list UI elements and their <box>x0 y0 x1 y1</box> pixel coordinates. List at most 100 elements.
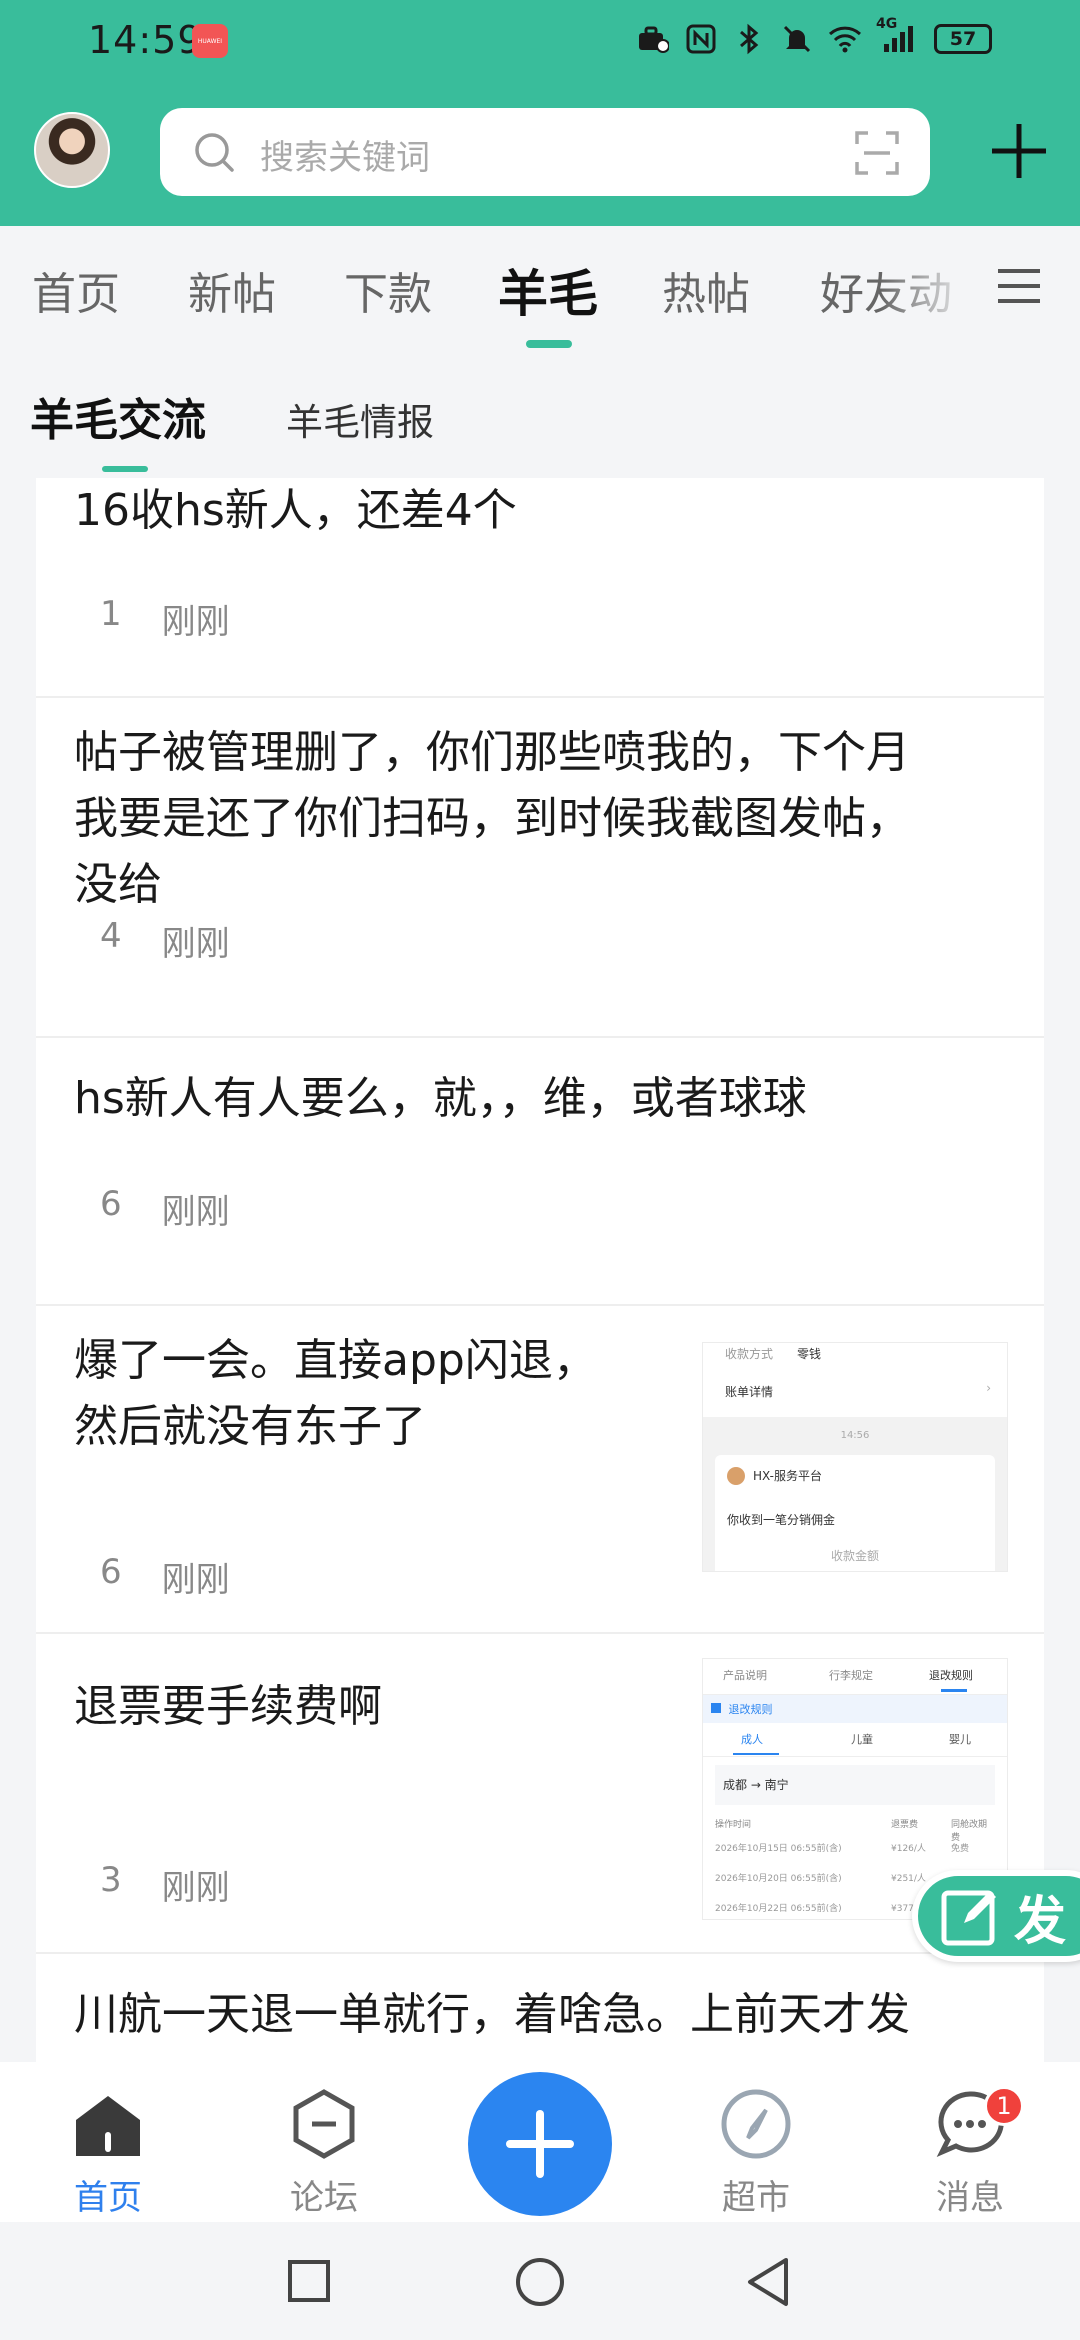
list-item[interactable]: 川航一天退一单就行，着啥急。上前天才发 <box>36 1954 1044 2062</box>
post-time: 刚刚 <box>161 1560 230 1600</box>
thumb-text: 儿童 <box>851 1733 873 1746</box>
create-post-label: 发 <box>1014 1891 1067 1952</box>
nav-forum-label: 论坛 <box>290 2178 358 2218</box>
create-post-button[interactable]: 发 <box>912 1870 1080 1962</box>
post-feed[interactable]: 16收hs新人，还差4个 1 刚刚 帖子被管理删了，你们那些喷我的，下个月 我要… <box>36 478 1044 2062</box>
tab-download[interactable]: 下款 <box>344 258 432 322</box>
post-thumbnail[interactable]: 收款方式 零钱 账单详情 › 14:56 HX-服务平台 你收到一笔分销佣金 收… <box>702 1342 1008 1572</box>
tab-fade <box>880 246 990 326</box>
thumb-text: 2026年10月15日 06:55前(含) <box>715 1844 842 1854</box>
post-reply-count: 6 <box>100 1184 122 1224</box>
status-bar: 14:59 HUAWEI 4G 57 <box>0 0 1080 82</box>
home-circle-icon[interactable] <box>514 2256 566 2308</box>
thumb-text: 婴儿 <box>949 1733 971 1746</box>
thumb-text: 退改规则 <box>929 1669 973 1682</box>
message-badge: 1 <box>984 2086 1024 2126</box>
nav-forum[interactable]: 论坛 <box>254 2082 394 2218</box>
center-add-button[interactable] <box>468 2072 612 2216</box>
tab-hot-posts[interactable]: 热帖 <box>662 258 750 322</box>
bluetooth-icon <box>732 22 766 56</box>
forum-icon <box>293 2089 355 2159</box>
thumb-header: 退改规则 <box>703 1695 1007 1723</box>
briefcase-icon <box>636 22 670 56</box>
thumb-cols: 操作时间 退票费 同舱改期费 <box>715 1813 995 1843</box>
nav-market-label: 超市 <box>722 2178 790 2218</box>
post-meta: 1 刚刚 <box>100 594 230 643</box>
thumb-text: 产品说明 <box>723 1669 767 1682</box>
thumb-text: 成人 <box>741 1733 763 1746</box>
post-title: 爆了一会。直接app闪退， 然后就没有东子了 <box>74 1328 597 1460</box>
scan-icon[interactable] <box>854 130 900 176</box>
post-time: 刚刚 <box>161 924 230 964</box>
post-meta: 6 刚刚 <box>100 1184 230 1233</box>
list-item[interactable]: 爆了一会。直接app闪退， 然后就没有东子了 6 刚刚 收款方式 零钱 账单详情… <box>36 1306 1044 1634</box>
thumb-text: 零钱 <box>797 1347 822 1361</box>
thumb-text: 你收到一笔分销佣金 <box>727 1513 836 1527</box>
nav-home[interactable]: 首页 <box>38 2082 178 2218</box>
subtab-wool-intel[interactable]: 羊毛情报 <box>286 392 434 446</box>
back-icon[interactable] <box>744 2256 792 2308</box>
thumb-text: 成都 → 南宁 <box>715 1765 995 1805</box>
post-title-line: 我要是还了你们扫码，到时候我截图发帖， <box>74 793 910 844</box>
post-title-line: 帖子被管理删了，你们那些喷我的，下个月 <box>74 727 910 778</box>
category-tabs: 首页 新帖 下款 羊毛 热帖 好友动 <box>0 226 1080 356</box>
list-item[interactable]: 16收hs新人，还差4个 1 刚刚 <box>36 478 1044 698</box>
post-title: 退票要手续费啊 <box>74 1681 382 1732</box>
add-icon[interactable] <box>988 120 1050 182</box>
compass-icon <box>721 2089 791 2159</box>
network-type: 4G <box>876 16 898 32</box>
thumb-tab-indicator <box>941 1689 967 1692</box>
post-title: 帖子被管理删了，你们那些喷我的，下个月 我要是还了你们扫码，到时候我截图发帖， … <box>74 720 910 918</box>
thumb-tabs: 产品说明 行李规定 退改规则 <box>703 1659 1007 1695</box>
post-time: 刚刚 <box>161 602 230 642</box>
search-bar[interactable]: 搜索关键词 <box>160 108 930 196</box>
post-reply-count: 1 <box>100 594 122 634</box>
recents-icon[interactable] <box>286 2258 332 2304</box>
post-reply-count: 4 <box>100 916 122 956</box>
nav-messages-label: 消息 <box>936 2178 1004 2218</box>
nav-home-label: 首页 <box>74 2178 142 2218</box>
thumb-text: 账单详情 <box>725 1385 774 1399</box>
subtab-indicator <box>102 466 148 472</box>
thumb-text: 退票费 <box>891 1820 919 1830</box>
thumb-text: 14:56 <box>840 1430 870 1441</box>
tab-home[interactable]: 首页 <box>32 258 120 322</box>
post-reply-count: 3 <box>100 1860 122 1900</box>
post-time: 刚刚 <box>161 1868 230 1908</box>
tab-new-posts[interactable]: 新帖 <box>188 258 276 322</box>
plus-icon <box>506 2110 574 2178</box>
post-title: hs新人有人要么，就，，维，或者球球 <box>74 1073 807 1124</box>
menu-icon[interactable] <box>996 266 1042 306</box>
post-time: 刚刚 <box>161 1192 230 1232</box>
thumb-card-top: 收款方式 零钱 账单详情 › <box>703 1343 1007 1417</box>
search-placeholder: 搜索关键词 <box>260 138 430 178</box>
nav-market[interactable]: 超市 <box>686 2082 826 2218</box>
post-title-line: 爆了一会。直接app闪退， <box>74 1335 597 1386</box>
edit-icon <box>941 1890 996 1946</box>
mute-bell-icon <box>780 22 814 56</box>
list-item[interactable]: 帖子被管理删了，你们那些喷我的，下个月 我要是还了你们扫码，到时候我截图发帖， … <box>36 698 1044 1038</box>
list-item[interactable]: hs新人有人要么，就，，维，或者球球 6 刚刚 <box>36 1038 1044 1306</box>
post-meta: 4 刚刚 <box>100 916 230 965</box>
search-icon <box>195 133 234 172</box>
user-avatar[interactable] <box>34 112 110 188</box>
thumb-text: HX-服务平台 <box>753 1469 822 1483</box>
active-tab-indicator <box>526 340 572 348</box>
thumb-text: 操作时间 <box>715 1820 752 1830</box>
thumb-text: ¥126/人 <box>891 1844 926 1854</box>
home-icon <box>76 2096 140 2156</box>
thumb-text: ¥251/人 <box>891 1874 926 1884</box>
list-item[interactable]: 退票要手续费啊 3 刚刚 产品说明 行李规定 退改规则 退改规则 成人 儿童 婴… <box>36 1634 1044 1954</box>
app-header: 14:59 HUAWEI 4G 57 搜索关键词 <box>0 0 1080 226</box>
tab-wool[interactable]: 羊毛 <box>498 254 598 326</box>
post-title: 16收hs新人，还差4个 <box>74 485 517 536</box>
subtab-wool-exchange[interactable]: 羊毛交流 <box>30 384 206 448</box>
thumb-text: 2026年10月20日 06:55前(含) <box>715 1874 842 1884</box>
status-icons: 4G 57 <box>636 16 992 56</box>
post-title-line: 然后就没有东子了 <box>74 1401 426 1452</box>
battery-icon: 57 <box>934 24 992 54</box>
chevron-right-icon: › <box>986 1381 991 1395</box>
rules-icon <box>711 1703 721 1713</box>
thumb-text: 2026年10月22日 06:55前(含) <box>715 1904 842 1914</box>
thumb-pax-indicator <box>733 1753 779 1755</box>
